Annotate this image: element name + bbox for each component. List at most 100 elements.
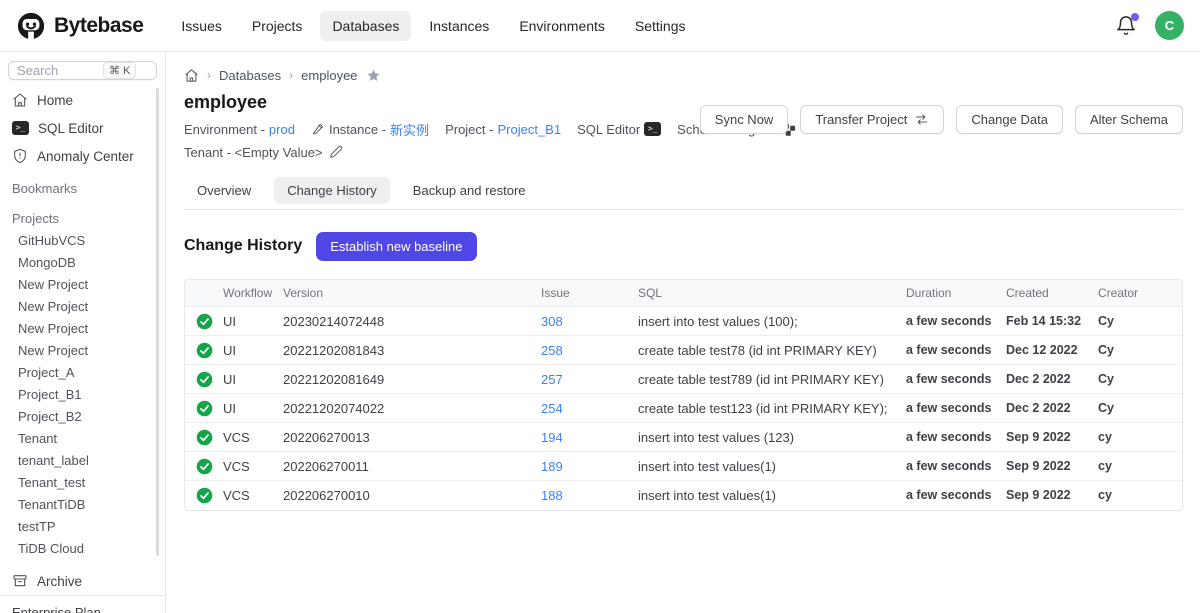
sidebar-item-label: SQL Editor	[38, 121, 104, 136]
nav-instances[interactable]: Instances	[417, 11, 501, 41]
nav-databases[interactable]: Databases	[320, 11, 411, 41]
table-row[interactable]: UI 20230214072448 308 insert into test v…	[185, 307, 1183, 336]
project-item[interactable]: Project_A	[0, 362, 165, 384]
transfer-project-button[interactable]: Transfer Project	[800, 105, 944, 134]
cell-issue-link[interactable]: 308	[541, 307, 638, 336]
nav-environments[interactable]: Environments	[507, 11, 617, 41]
top-navbar: Bytebase Issues Projects Databases Insta…	[0, 0, 1200, 52]
project-link[interactable]: Project_B1	[497, 122, 561, 137]
alter-schema-button[interactable]: Alter Schema	[1075, 105, 1183, 134]
column-version: Version	[283, 280, 541, 307]
tab-change-history[interactable]: Change History	[274, 177, 390, 204]
nav-settings[interactable]: Settings	[623, 11, 698, 41]
brand-name: Bytebase	[54, 14, 143, 38]
bookmark-star-icon[interactable]	[366, 68, 381, 83]
sidebar-item-archive[interactable]: Archive	[0, 567, 165, 595]
project-item[interactable]: GitHubVCS	[0, 230, 165, 252]
cell-issue-link[interactable]: 194	[541, 423, 638, 452]
cell-created: Feb 14 15:32	[1006, 307, 1098, 336]
cell-creator: Cy	[1098, 365, 1183, 394]
bytebase-logo-icon	[16, 11, 46, 41]
tab-overview[interactable]: Overview	[184, 177, 264, 204]
sidebar-item-home[interactable]: Home	[0, 86, 165, 114]
cell-issue-link[interactable]: 258	[541, 336, 638, 365]
user-avatar[interactable]: C	[1155, 11, 1184, 40]
cell-version: 20221202081649	[283, 365, 541, 394]
cell-workflow: UI	[223, 394, 283, 423]
table-row[interactable]: UI 20221202074022 254 create table test1…	[185, 394, 1183, 423]
cell-sql: create table test123 (id int PRIMARY KEY…	[638, 394, 906, 423]
nav-projects[interactable]: Projects	[240, 11, 315, 41]
project-item[interactable]: New Project	[0, 340, 165, 362]
project-item[interactable]: Project_B2	[0, 406, 165, 428]
sidebar-item-anomaly-center[interactable]: Anomaly Center	[0, 142, 165, 170]
search-input[interactable]	[17, 63, 103, 78]
project-item[interactable]: Tenant_test	[0, 472, 165, 494]
table-row[interactable]: VCS 202206270010 188 insert into test va…	[185, 481, 1183, 510]
cell-sql: insert into test values (123)	[638, 423, 906, 452]
sql-editor-shortcut[interactable]: SQL Editor >_	[577, 122, 661, 137]
project-item[interactable]: New Project	[0, 274, 165, 296]
project-item[interactable]: MongoDB	[0, 252, 165, 274]
cell-issue-link[interactable]: 189	[541, 452, 638, 481]
column-creator: Creator	[1098, 280, 1183, 307]
table-row[interactable]: VCS 202206270013 194 insert into test va…	[185, 423, 1183, 452]
bytebase-logo[interactable]: Bytebase	[16, 11, 143, 41]
tenant-label: Tenant - <Empty Value>	[184, 145, 323, 160]
column-created: Created	[1006, 280, 1098, 307]
project-item[interactable]: New Project	[0, 296, 165, 318]
cell-issue-link[interactable]: 257	[541, 365, 638, 394]
table-row[interactable]: VCS 202206270011 189 insert into test va…	[185, 452, 1183, 481]
cell-sql: create table test78 (id int PRIMARY KEY)	[638, 336, 906, 365]
cell-issue-link[interactable]: 188	[541, 481, 638, 510]
nav-issues[interactable]: Issues	[169, 11, 233, 41]
table-row[interactable]: UI 20221202081843 258 create table test7…	[185, 336, 1183, 365]
cell-issue-link[interactable]: 254	[541, 394, 638, 423]
cell-version: 202206270011	[283, 452, 541, 481]
change-data-button[interactable]: Change Data	[956, 105, 1063, 134]
establish-baseline-button[interactable]: Establish new baseline	[316, 232, 476, 261]
project-item[interactable]: Tenant	[0, 428, 165, 450]
environment-link[interactable]: prod	[269, 122, 295, 137]
tab-bar: Overview Change History Backup and resto…	[184, 172, 1183, 210]
cell-workflow: VCS	[223, 423, 283, 452]
change-history-section-header: Change History Establish new baseline	[184, 230, 1183, 262]
project-item[interactable]: TiDB Cloud	[0, 538, 165, 560]
sync-now-button[interactable]: Sync Now	[700, 105, 789, 134]
project-item[interactable]: testTP	[0, 516, 165, 538]
cell-version: 202206270010	[283, 481, 541, 510]
shield-icon	[12, 148, 28, 164]
edit-pencil-icon[interactable]	[329, 145, 343, 159]
plan-label[interactable]: Enterprise Plan	[0, 595, 165, 613]
column-issue: Issue	[541, 280, 638, 307]
project-list: GitHubVCS MongoDB New Project New Projec…	[0, 230, 165, 560]
cell-version: 20230214072448	[283, 307, 541, 336]
action-buttons: Sync Now Transfer Project Change Data Al…	[700, 105, 1183, 134]
sidebar-item-sql-editor[interactable]: >_ SQL Editor	[0, 114, 165, 142]
instance-link[interactable]: 新实例	[390, 120, 429, 139]
cell-duration: a few seconds	[906, 452, 1006, 481]
sql-editor-label: SQL Editor	[577, 122, 640, 137]
home-icon[interactable]	[184, 68, 199, 83]
project-item[interactable]: Project_B1	[0, 384, 165, 406]
search-box[interactable]: ⌘ K	[8, 61, 157, 80]
change-history-table: Workflow Version Issue SQL Duration Crea…	[184, 279, 1183, 511]
notification-bell-icon[interactable]	[1115, 15, 1137, 37]
meta-row-2: Tenant - <Empty Value>	[184, 142, 1183, 162]
project-item[interactable]: tenant_label	[0, 450, 165, 472]
sidebar: ⌘ K Home >_ SQL Editor Anomaly Center Bo…	[0, 52, 166, 613]
project-item[interactable]: New Project	[0, 318, 165, 340]
tab-backup-and-restore[interactable]: Backup and restore	[400, 177, 539, 204]
breadcrumb-employee[interactable]: employee	[301, 68, 357, 83]
sidebar-nav: Home >_ SQL Editor Anomaly Center	[0, 86, 165, 170]
table-row[interactable]: UI 20221202081649 257 create table test7…	[185, 365, 1183, 394]
sidebar-scrollbar[interactable]	[156, 88, 159, 556]
terminal-icon: >_	[12, 121, 29, 135]
transfer-project-label: Transfer Project	[815, 112, 907, 127]
change-data-label: Change Data	[971, 112, 1048, 127]
project-item[interactable]: TenantTiDB	[0, 494, 165, 516]
breadcrumb-databases[interactable]: Databases	[219, 68, 281, 83]
cell-created: Sep 9 2022	[1006, 481, 1098, 510]
cell-workflow: UI	[223, 365, 283, 394]
terminal-icon: >_	[644, 122, 661, 136]
